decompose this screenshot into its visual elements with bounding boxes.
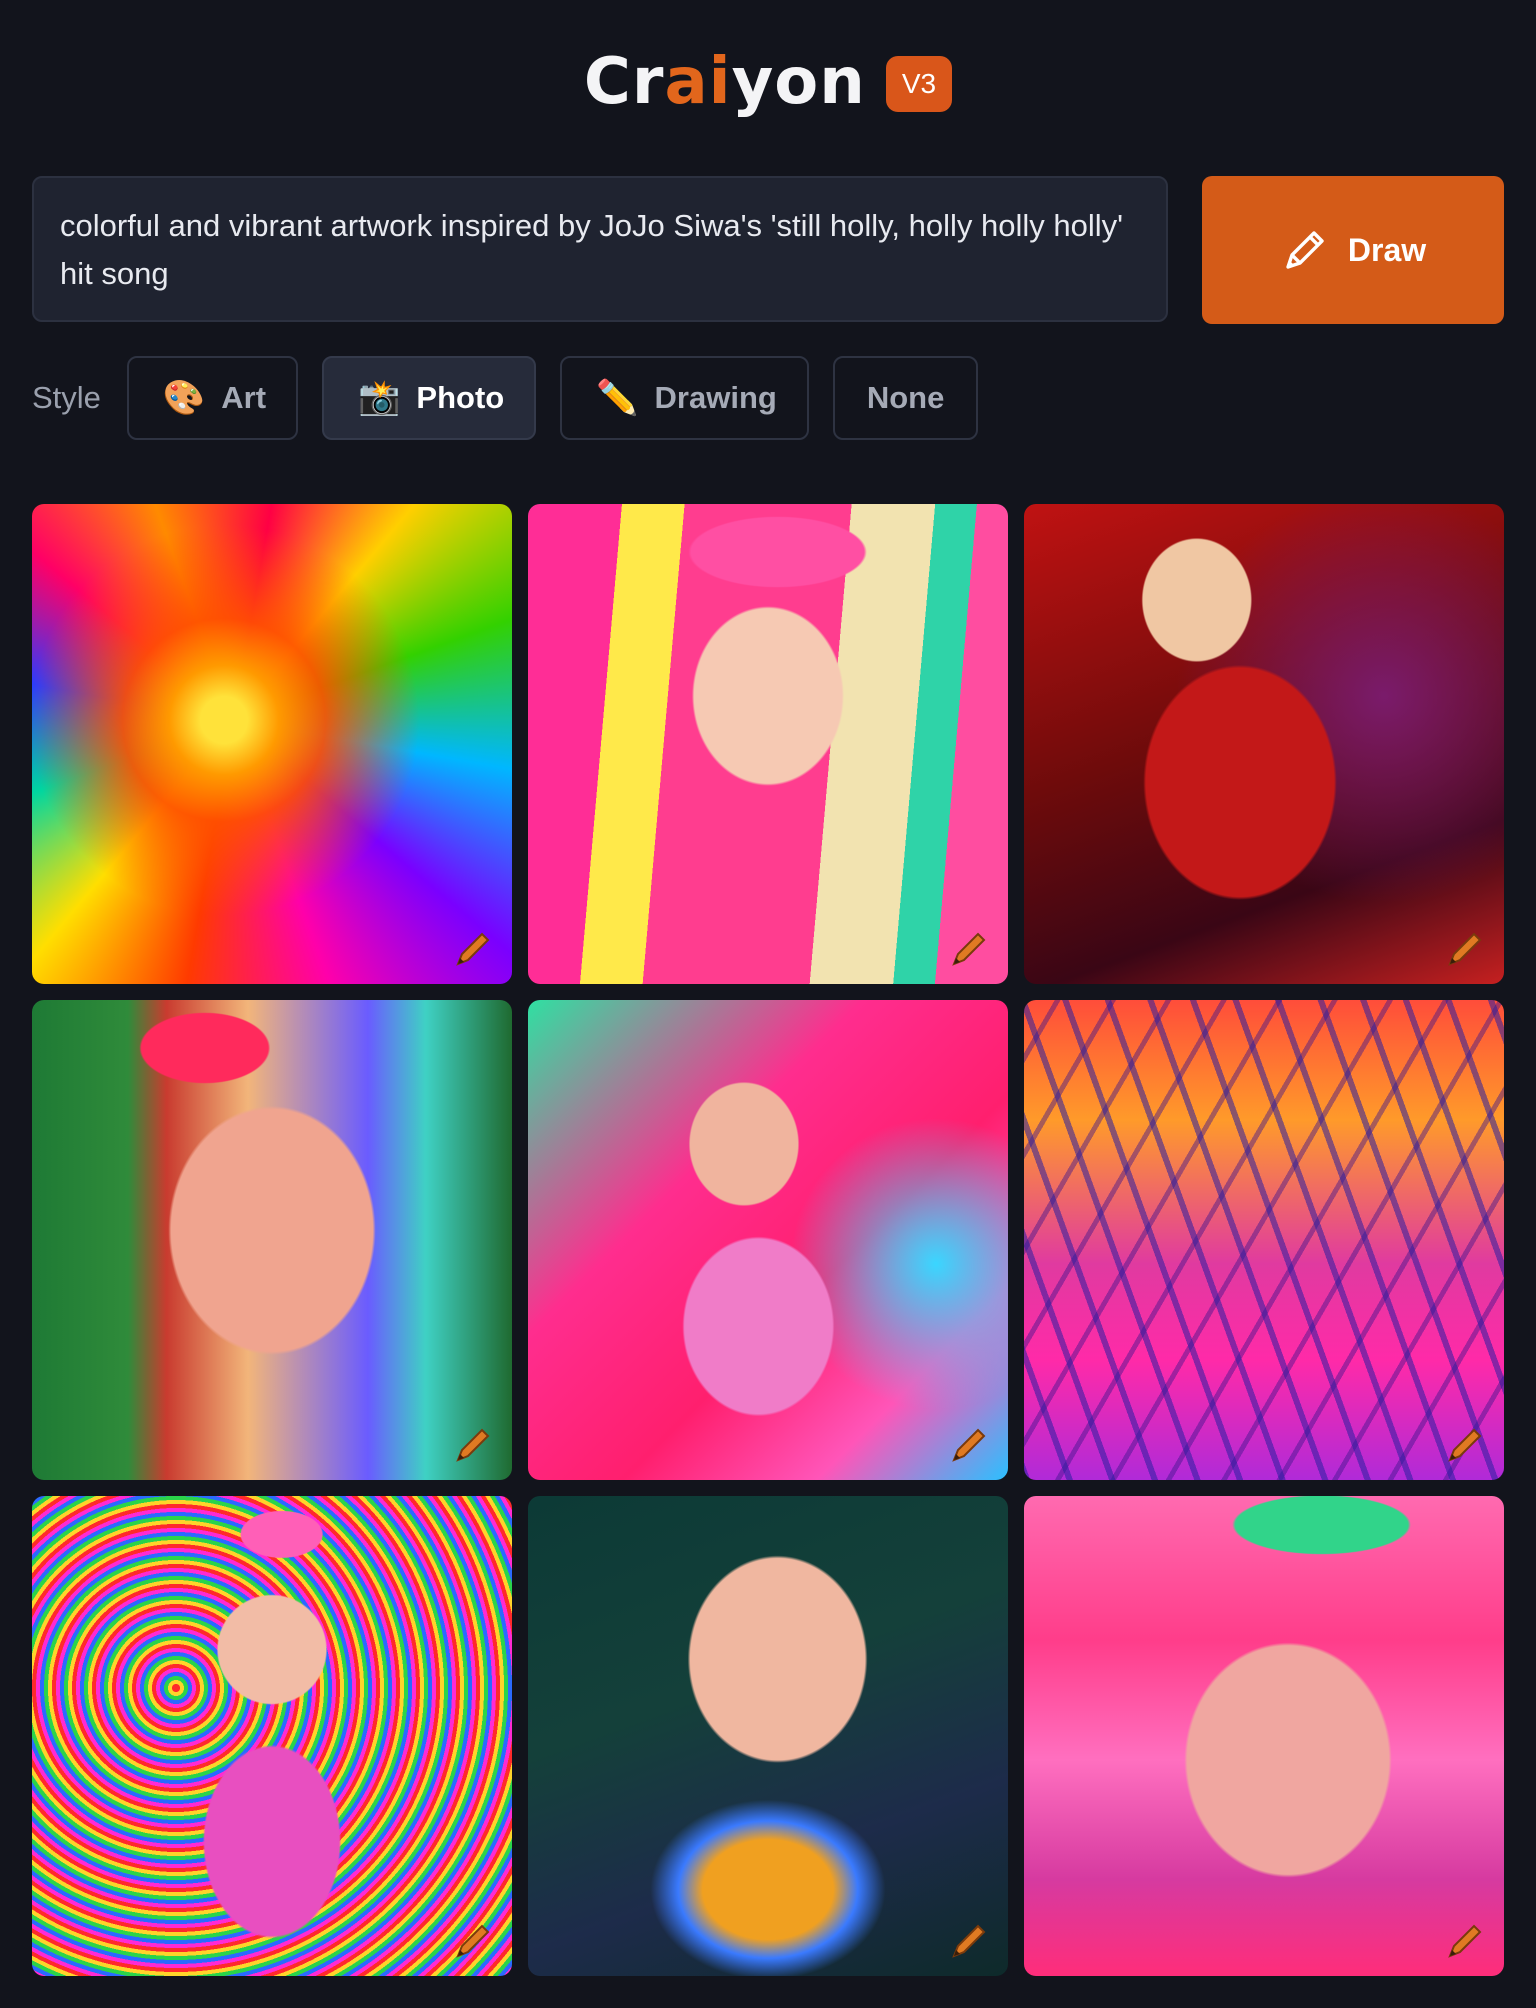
palette-icon: 🎨 xyxy=(162,379,206,417)
generated-image-2[interactable] xyxy=(528,504,1008,984)
draw-button[interactable]: Draw xyxy=(1202,176,1504,324)
generated-image-3[interactable] xyxy=(1024,504,1504,984)
style-option-label: Photo xyxy=(416,380,505,415)
draw-button-label: Draw xyxy=(1347,231,1427,268)
pencil-icon[interactable] xyxy=(452,926,496,970)
pencil-emoji-icon: ✏️ xyxy=(596,379,639,417)
style-selector: Style 🎨 Art 📸 Photo ✏️ Drawing None xyxy=(32,356,1002,440)
craiyon-page: Craiyon V3 colorful and vibrant artwork … xyxy=(0,0,1536,2008)
generated-image-1[interactable] xyxy=(32,504,512,984)
generated-image-7[interactable] xyxy=(32,1496,512,1976)
logo-text-start: Cr xyxy=(583,45,665,119)
style-option-label: Drawing xyxy=(654,380,777,415)
logo-text-end: on xyxy=(774,45,866,119)
generated-image-6[interactable] xyxy=(1024,1000,1504,1480)
pencil-icon[interactable] xyxy=(948,1422,992,1466)
pencil-icon[interactable] xyxy=(1444,1918,1488,1962)
style-option-none[interactable]: None xyxy=(832,356,979,440)
generated-image-9[interactable] xyxy=(1024,1496,1504,1976)
version-badge: V3 xyxy=(885,56,953,112)
pencil-icon[interactable] xyxy=(948,926,992,970)
camera-flash-icon: 📸 xyxy=(358,379,401,417)
generated-image-5[interactable] xyxy=(528,1000,1008,1480)
pencil-icon[interactable] xyxy=(1444,1422,1488,1466)
craiyon-logo[interactable]: Craiyon xyxy=(584,44,866,120)
app-header: Craiyon V3 xyxy=(0,44,1536,120)
pencil-icon[interactable] xyxy=(1444,926,1488,970)
style-label: Style xyxy=(32,380,101,415)
style-option-drawing[interactable]: ✏️ Drawing xyxy=(560,356,809,440)
generated-image-4[interactable] xyxy=(32,1000,512,1480)
style-option-art[interactable]: 🎨 Art xyxy=(126,356,299,440)
style-option-label: Art xyxy=(221,380,267,415)
pencil-icon[interactable] xyxy=(452,1918,496,1962)
image-gallery xyxy=(32,504,1504,1976)
style-option-photo[interactable]: 📸 Photo xyxy=(322,356,537,440)
pencil-icon[interactable] xyxy=(948,1918,992,1962)
style-option-label: None xyxy=(866,380,945,415)
generated-image-8[interactable] xyxy=(528,1496,1008,1976)
logo-text-mid: y xyxy=(731,45,775,119)
pencil-icon xyxy=(1286,231,1324,269)
logo-text-accent: ai xyxy=(664,45,732,119)
prompt-input[interactable]: colorful and vibrant artwork inspired by… xyxy=(32,176,1168,322)
pencil-icon[interactable] xyxy=(452,1422,496,1466)
